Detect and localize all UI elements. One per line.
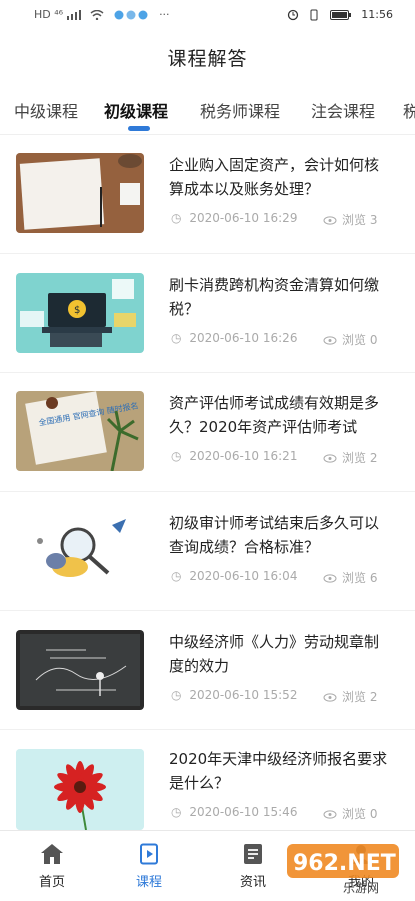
article-title: 企业购入固定资产，会计如何核算成本以及账务处理？	[169, 156, 380, 198]
active-tab-indicator	[128, 126, 150, 131]
notification-icon	[114, 10, 148, 20]
article-views: 浏览 0	[342, 807, 378, 821]
article-title: 2020年天津中级经济师报名要求是什么？	[169, 750, 388, 792]
article-thumbnail: $	[16, 273, 144, 353]
article-time: 2020-06-10 16:26	[189, 331, 298, 345]
more-notifications: ···	[159, 8, 170, 21]
tab-junior[interactable]: 初级课程	[104, 98, 168, 122]
list-item[interactable]: 中级经济师《人力》劳动规章制度的效力 ◷ 2020-06-10 15:52 浏览…	[0, 610, 415, 730]
article-title: 刷卡消费跨机构资金清算如何缴税？	[169, 276, 380, 318]
battery-icon	[329, 10, 351, 20]
article-views-wrap: 浏览 0	[323, 805, 377, 822]
nav-home[interactable]: 首页	[22, 831, 82, 890]
watermark-logo-icon: 962.NET 乐游网	[287, 844, 399, 895]
article-views-wrap: 浏览 0	[323, 331, 377, 348]
clock: 11:56	[361, 8, 393, 21]
article-title: 中级经济师《人力》劳动规章制度的效力	[169, 633, 380, 675]
course-icon	[140, 843, 158, 865]
status-left: HD ⁴⁶ ···	[34, 8, 170, 21]
clock-icon: ◷	[171, 331, 182, 345]
article-meta: ◷ 2020-06-10 16:26 浏览 0	[171, 331, 377, 347]
list-item[interactable]: 2020年天津中级经济师报名要求是什么？ ◷ 2020-06-10 15:46 …	[0, 729, 415, 830]
article-thumbnail	[16, 511, 144, 591]
eye-icon	[323, 693, 337, 702]
svg-text:$: $	[74, 305, 80, 316]
watermark-subtext: 乐游网	[343, 881, 379, 895]
vibrate-icon	[310, 9, 318, 21]
article-views: 浏览 6	[342, 571, 378, 585]
tab-tax-advisor[interactable]: 税务师课程	[200, 98, 280, 122]
eye-icon	[323, 336, 337, 345]
chalkboard-image	[16, 630, 144, 710]
nav-home-label: 首页	[38, 875, 65, 890]
eye-icon	[323, 810, 337, 819]
article-meta: ◷ 2020-06-10 16:21 浏览 2	[171, 449, 377, 465]
red-flower-image	[16, 749, 144, 830]
alarm-icon	[287, 9, 298, 21]
nav-news[interactable]: 资讯	[223, 831, 283, 890]
notebook-desk-image	[16, 153, 144, 233]
nav-news-label: 资讯	[239, 875, 266, 890]
nav-course-label: 课程	[135, 875, 162, 890]
nav-course[interactable]: 课程	[119, 831, 179, 890]
article-time: 2020-06-10 16:21	[189, 449, 298, 463]
watermark-text: 962.NET	[293, 851, 396, 876]
article-meta: ◷ 2020-06-10 15:52 浏览 2	[171, 688, 377, 704]
article-views: 浏览 2	[342, 690, 378, 704]
article-thumbnail: 全国通用 官网查询 随时报名	[16, 391, 144, 471]
tab-cpa[interactable]: 注会课程	[311, 98, 375, 122]
article-views-wrap: 浏览 2	[323, 688, 377, 705]
clock-icon: ◷	[171, 569, 182, 583]
magnifier-cartoon-image	[16, 511, 144, 591]
eye-icon	[323, 216, 337, 225]
status-bar: HD ⁴⁶ ··· 11:56	[0, 0, 415, 30]
signal-label: HD ⁴⁶	[34, 8, 64, 21]
clock-icon: ◷	[171, 449, 182, 463]
news-icon	[244, 844, 262, 864]
article-meta: ◷ 2020-06-10 16:29 浏览 3	[171, 211, 377, 227]
site-watermark: 962.NET 乐游网	[283, 838, 403, 896]
tab-intermediate[interactable]: 中级课程	[14, 98, 78, 122]
tab-tax-partial[interactable]: 税	[403, 98, 415, 122]
category-tabs: 中级课程 初级课程 税务师课程 注会课程 税	[0, 92, 415, 132]
wifi-icon	[90, 10, 104, 20]
article-thumbnail	[16, 749, 144, 830]
article-meta: ◷ 2020-06-10 15:46 浏览 0	[171, 805, 377, 821]
status-right: 11:56	[287, 8, 393, 21]
clock-icon: ◷	[171, 688, 182, 702]
article-thumbnail	[16, 630, 144, 710]
list-item[interactable]: 初级审计师考试结束后多久可以查询成绩？合格标准？ ◷ 2020-06-10 16…	[0, 491, 415, 611]
article-time: 2020-06-10 16:29	[189, 211, 298, 225]
eye-icon	[323, 574, 337, 583]
article-views: 浏览 0	[342, 333, 378, 347]
article-thumbnail	[16, 153, 144, 233]
article-title: 资产评估师考试成绩有效期是多久？2020年资产评估师考试	[169, 394, 380, 436]
article-time: 2020-06-10 15:52	[189, 688, 298, 702]
article-time: 2020-06-10 15:46	[189, 805, 298, 819]
article-title: 初级审计师考试结束后多久可以查询成绩？合格标准？	[169, 514, 380, 556]
article-views-wrap: 浏览 6	[323, 569, 377, 586]
clock-icon: ◷	[171, 211, 182, 225]
article-views: 浏览 2	[342, 451, 378, 465]
note-plant-image: 全国通用 官网查询 随时报名	[16, 391, 144, 471]
article-meta: ◷ 2020-06-10 16:04 浏览 6	[171, 569, 377, 585]
article-views: 浏览 3	[342, 213, 378, 227]
home-icon	[41, 844, 63, 864]
list-item[interactable]: 全国通用 官网查询 随时报名 资产评估师考试成绩有效期是多久？2020年资产评估…	[0, 372, 415, 492]
eye-icon	[323, 454, 337, 463]
laptop-finance-image: $	[16, 273, 144, 353]
page-title: 课程解答	[167, 48, 248, 70]
signal-icon	[66, 10, 81, 20]
list-item[interactable]: 企业购入固定资产，会计如何核算成本以及账务处理？ ◷ 2020-06-10 16…	[0, 135, 415, 254]
list-item[interactable]: $ 刷卡消费跨机构资金清算如何缴税？ ◷ 2020-06-10 16:26 浏览…	[0, 253, 415, 373]
article-views-wrap: 浏览 3	[323, 211, 377, 228]
article-time: 2020-06-10 16:04	[189, 569, 298, 583]
clock-icon: ◷	[171, 805, 182, 819]
article-views-wrap: 浏览 2	[323, 449, 377, 466]
